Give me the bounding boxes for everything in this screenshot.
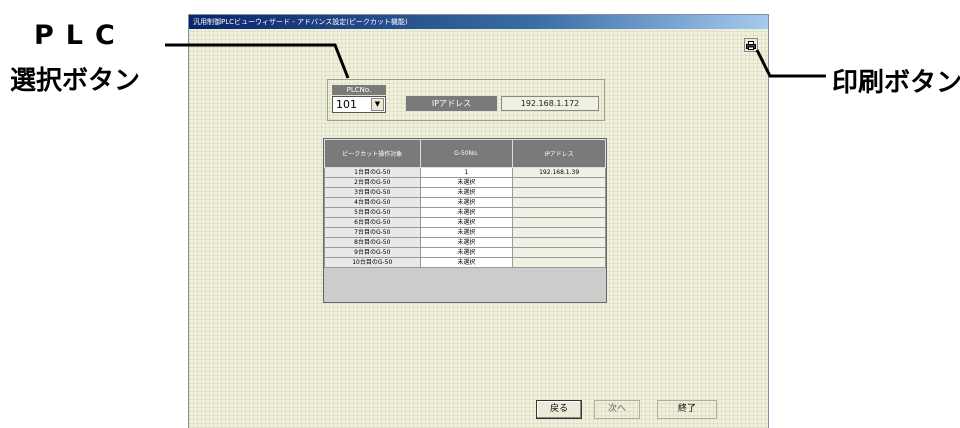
callout-leader-lines [165, 43, 826, 79]
